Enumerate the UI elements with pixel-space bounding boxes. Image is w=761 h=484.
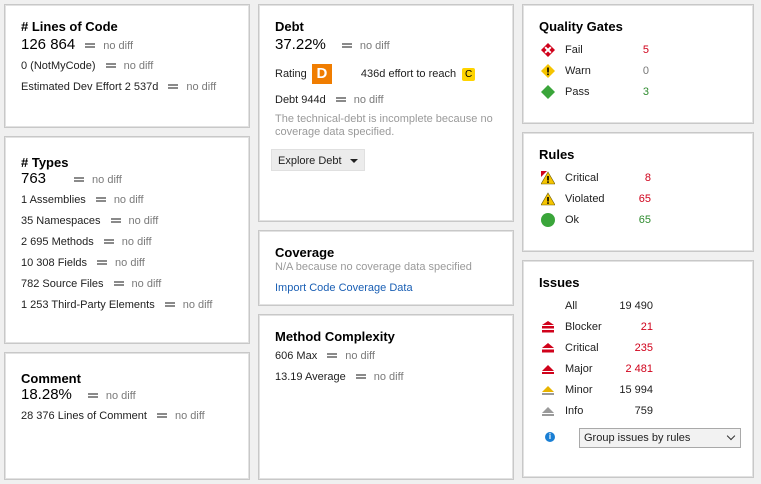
debt-title: Debt [275, 19, 304, 34]
coverage-title: Coverage [275, 245, 335, 260]
issues-minor-row[interactable]: Minor 15 994 [539, 380, 653, 401]
explore-debt-button[interactable]: Explore Debt [271, 149, 365, 171]
quality-gate-warn-row[interactable]: Warn 0 [539, 61, 649, 82]
group-issues-select[interactable]: Group issues by rules [579, 428, 741, 448]
rules-ok-row[interactable]: Ok 65 [539, 210, 651, 231]
metric-row: 0 (NotMyCode) no diff [21, 60, 154, 72]
metric-row: 606 Max no diff [275, 350, 375, 362]
comment-title: Comment [21, 371, 81, 386]
rules-panel: Rules Critical 8 Violated 65 Ok 65 [522, 132, 754, 252]
quality-gate-pass-row[interactable]: Pass 3 [539, 82, 649, 103]
comment-panel: Comment 18.28% no diff 28 376 Lines of Co… [4, 352, 250, 480]
blocker-icon [542, 321, 554, 333]
rules-violated-row[interactable]: Violated 65 [539, 189, 651, 210]
lines-of-code-title: # Lines of Code [21, 19, 118, 34]
issues-blocker-row[interactable]: Blocker 21 [539, 317, 653, 338]
rating-label: Rating [275, 68, 307, 80]
equal-icon [97, 259, 108, 265]
info-icon [542, 407, 554, 416]
issues-all-row[interactable]: All 19 490 [539, 296, 653, 317]
metric-row: 13.19 Average no diff [275, 371, 404, 383]
pass-icon [541, 85, 555, 99]
metric-row: 10 308 Fields no diff [21, 257, 145, 269]
effort-text: 436d effort to reach [360, 68, 457, 80]
critical-icon [542, 343, 554, 353]
debt-panel: Debt 37.22% no diff Rating D 436d effort … [258, 4, 514, 222]
rating-grade-badge: D [311, 64, 332, 85]
metric-row: Estimated Dev Effort 2 537d no diff [21, 81, 217, 93]
metric-row: 1 253 Third-Party Elements no diff [21, 299, 213, 311]
coverage-panel: Coverage N/A because no coverage data sp… [258, 230, 514, 306]
equal-icon [113, 280, 124, 286]
rules-title: Rules [539, 147, 575, 162]
types-title: # Types [21, 155, 69, 170]
issues-critical-row[interactable]: Critical 235 [539, 338, 653, 359]
equal-icon [105, 62, 116, 68]
quality-gates-panel: Quality Gates Fail 5 Warn 0 Pass 3 [522, 4, 754, 124]
no-diff-label: no diff [103, 40, 134, 52]
equal-icon [95, 196, 106, 202]
ok-icon [541, 213, 555, 227]
lines-of-code-value: 126 864 [21, 36, 76, 53]
types-panel: # Types 763 no diff 1 Assemblies no diff 3… [4, 136, 250, 344]
warning-icon [541, 192, 555, 206]
debt-value: 37.22% [275, 36, 326, 53]
fail-icon [541, 43, 555, 57]
equal-icon [156, 412, 167, 418]
types-value: 763 [21, 170, 47, 187]
metric-row: 28 376 Lines of Comment no diff [21, 410, 205, 422]
rules-critical-row[interactable]: Critical 8 [539, 168, 651, 189]
metric-row: 35 Namespaces no diff [21, 215, 159, 227]
method-complexity-title: Method Complexity [275, 329, 395, 344]
quality-gates-title: Quality Gates [539, 19, 623, 34]
metric-row: Debt 944d no diff [275, 94, 384, 106]
chevron-down-icon [349, 159, 358, 164]
equal-icon [103, 238, 114, 244]
equal-icon [335, 96, 346, 102]
equal-icon [110, 217, 121, 223]
major-icon [542, 365, 554, 374]
metric-row: 2 695 Methods no diff [21, 236, 152, 248]
critical-rule-icon [541, 171, 555, 185]
debt-incomplete-note: The technical-debt is incomplete because… [275, 113, 493, 138]
equal-icon [168, 83, 179, 89]
metric-row: 782 Source Files no diff [21, 278, 162, 290]
issues-info-row[interactable]: Info 759 [539, 401, 653, 422]
import-coverage-link[interactable]: Import Code Coverage Data [275, 281, 497, 295]
coverage-note: N/A because no coverage data specified [275, 261, 472, 273]
info-circle-icon: i [545, 432, 555, 442]
warn-icon [541, 64, 555, 78]
equal-icon [74, 176, 85, 182]
issues-panel: Issues All 19 490 Blocker 21 Critical 23… [522, 260, 754, 478]
comment-value: 18.28% [21, 386, 72, 403]
chevron-down-icon [726, 431, 736, 441]
issues-title: Issues [539, 275, 580, 290]
equal-icon [327, 352, 338, 358]
equal-icon [85, 42, 96, 48]
equal-icon [87, 392, 98, 398]
method-complexity-panel: Method Complexity 606 Max no diff 13.19 A… [258, 314, 514, 480]
issues-major-row[interactable]: Major 2 481 [539, 359, 653, 380]
equal-icon [355, 373, 366, 379]
target-grade-badge: C [462, 67, 476, 81]
equal-icon [341, 42, 352, 48]
quality-gate-fail-row[interactable]: Fail 5 [539, 40, 649, 61]
minor-icon [542, 386, 554, 395]
lines-of-code-panel: # Lines of Code 126 864 no diff 0 (NotMyC… [4, 4, 250, 128]
equal-icon [164, 301, 175, 307]
metric-row: 1 Assemblies no diff [21, 194, 144, 206]
